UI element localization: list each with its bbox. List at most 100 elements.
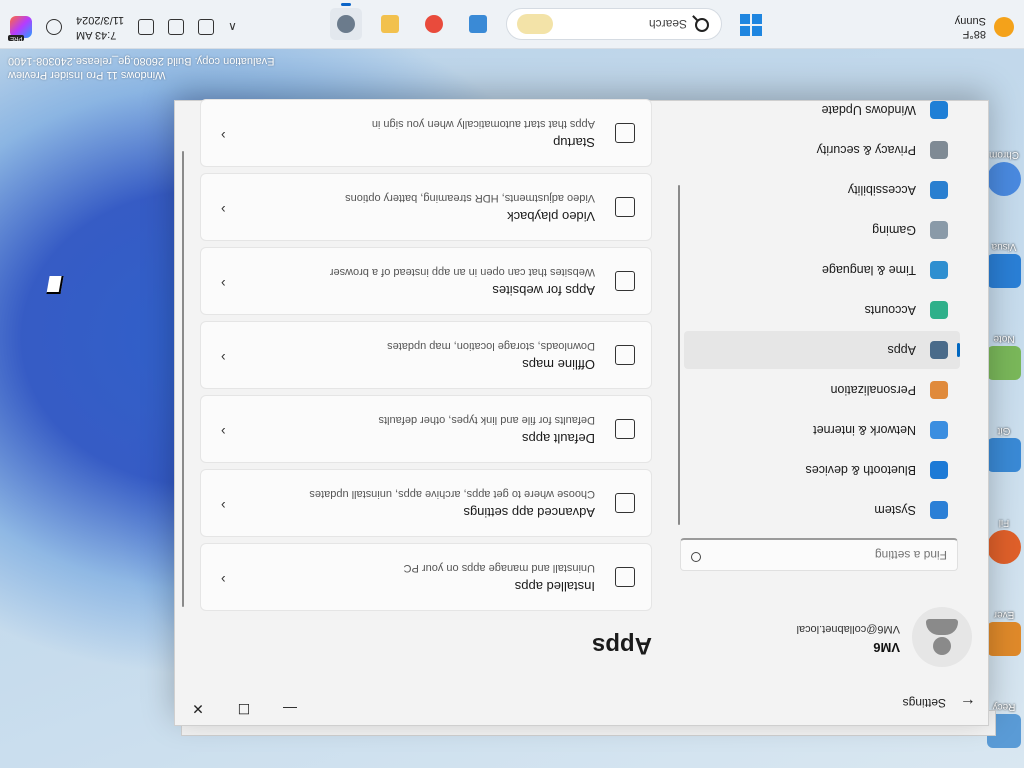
- network-icon[interactable]: [198, 19, 215, 35]
- sidebar-item-icon: [930, 421, 948, 439]
- chrome-icon: [987, 162, 1021, 196]
- sidebar-item-label: Personalization: [830, 383, 916, 397]
- card-default-apps[interactable]: Default apps Defaults for file and link t…: [200, 395, 652, 463]
- chevron-right-icon: ›: [221, 350, 226, 366]
- card-icon: [615, 345, 635, 365]
- gear-icon: [337, 15, 355, 33]
- sidebar-item-label: Network & internet: [813, 423, 916, 437]
- card-advanced-app-settings[interactable]: Advanced app settings Choose where to get…: [200, 469, 652, 537]
- sidebar-item-icon: [930, 261, 948, 279]
- start-button[interactable]: [740, 14, 762, 36]
- copilot-icon[interactable]: PRE: [8, 16, 32, 41]
- taskbar-app-gallery[interactable]: [462, 8, 494, 40]
- sidebar-item-label: Gaming: [872, 223, 916, 237]
- card-title: Offline maps: [522, 357, 595, 372]
- card-description: Choose where to get apps, archive apps, …: [309, 488, 595, 500]
- git-icon: [987, 438, 1021, 472]
- windows-logo-pane: [740, 26, 750, 36]
- sidebar-item-privacy-security[interactable]: Privacy & security: [684, 131, 960, 169]
- weather-condition: Sunny: [954, 15, 986, 27]
- card-video-playback[interactable]: Video playback Video adjustments, HDR str…: [200, 173, 652, 241]
- card-icon: [615, 123, 635, 143]
- chevron-right-icon: ›: [221, 276, 226, 292]
- sidebar-item-gaming[interactable]: Gaming: [684, 211, 960, 249]
- card-startup[interactable]: Startup Apps that start automatically whe…: [200, 99, 652, 167]
- sidebar-item-label: Accounts: [864, 303, 916, 317]
- windows-logo-pane: [752, 14, 762, 24]
- sidebar-item-time-language[interactable]: Time & language: [684, 251, 960, 289]
- sidebar-item-accessibility[interactable]: Accessibility: [684, 171, 960, 209]
- chevron-right-icon: ›: [221, 572, 226, 588]
- sidebar-item-icon: [930, 221, 948, 239]
- clock-time: 7:43 AM: [76, 29, 117, 41]
- windows-logo-pane: [740, 14, 750, 24]
- user-name: VM6: [873, 640, 900, 655]
- pre-badge: PRE: [8, 35, 25, 41]
- sidebar-item-personalization[interactable]: Personalization: [684, 371, 960, 409]
- search-icon: [695, 18, 709, 32]
- user-email: VM6@collabnet.local: [796, 623, 901, 635]
- card-description: Apps that start automatically when you s…: [371, 118, 595, 130]
- battery-icon[interactable]: [168, 19, 185, 35]
- sidebar-item-windows-update[interactable]: Windows Update: [684, 91, 960, 129]
- notification-icon[interactable]: [46, 19, 62, 35]
- taskbar-app-chrome[interactable]: [418, 8, 450, 40]
- weather-widget[interactable]: 88°F Sunny: [955, 14, 1014, 40]
- search-label: Search: [648, 17, 687, 31]
- close-button[interactable]: ✕: [175, 693, 221, 725]
- page-title: Apps: [592, 632, 652, 659]
- settings-window: ← Settings — ☐ ✕ VM6 VM6@collabnet.local…: [174, 99, 989, 726]
- settings-nav: System Bluetooth & devices Network & inter…: [684, 89, 960, 529]
- sidebar-item-icon: [930, 301, 948, 319]
- taskbar-app-file-explorer[interactable]: [374, 8, 406, 40]
- chevron-right-icon: ›: [221, 498, 226, 514]
- card-installed-apps[interactable]: Installed apps Uninstall and manage apps …: [200, 543, 652, 611]
- card-apps-for-websites[interactable]: Apps for websites Websites that can open …: [200, 247, 652, 315]
- chevron-right-icon: ›: [221, 128, 226, 144]
- chrome-icon: [425, 15, 443, 33]
- card-description: Websites that can open in an app instead…: [329, 266, 595, 278]
- clock-date: 11/3/2024: [76, 14, 125, 26]
- card-title: Apps for websites: [492, 283, 595, 298]
- active-indicator: [341, 3, 351, 6]
- find-setting-box[interactable]: [680, 538, 958, 571]
- sidebar-item-bluetooth-devices[interactable]: Bluetooth & devices: [684, 451, 960, 489]
- taskbar-app-settings[interactable]: [330, 3, 362, 40]
- evaluation-watermark: Windows 11 Pro Insider Preview Evaluatio…: [8, 54, 274, 82]
- folder-icon: [381, 15, 399, 33]
- sidebar-item-label: Time & language: [821, 263, 916, 277]
- notepad-icon: [987, 346, 1021, 380]
- watermark-line: Windows 11 Pro Insider Preview: [8, 69, 166, 81]
- sidebar-item-label: System: [874, 503, 916, 517]
- search-highlight-icon: [517, 14, 553, 34]
- firefox-icon: [987, 530, 1021, 564]
- sidebar-item-label: Bluetooth & devices: [805, 463, 917, 477]
- sidebar-item-system[interactable]: System: [684, 491, 960, 529]
- sidebar-item-apps[interactable]: Apps: [684, 331, 960, 369]
- taskbar-search[interactable]: Search: [506, 8, 722, 40]
- card-offline-maps[interactable]: Offline maps Downloads, storage location,…: [200, 321, 652, 389]
- sidebar-item-accounts[interactable]: Accounts: [684, 291, 960, 329]
- sidebar-item-icon: [930, 461, 948, 479]
- volume-icon[interactable]: [138, 19, 155, 35]
- find-setting-input[interactable]: [715, 540, 957, 570]
- sidebar-item-icon: [930, 101, 948, 119]
- sidebar-item-network-internet[interactable]: Network & internet: [684, 411, 960, 449]
- screen: Recy Ever Fil Git Note Visua Chrom Windo…: [0, 0, 1024, 768]
- card-icon: [615, 197, 635, 217]
- nav-scrollbar[interactable]: [678, 185, 680, 525]
- chevron-up-icon[interactable]: ∧: [228, 20, 237, 34]
- sidebar-item-icon: [930, 141, 948, 159]
- visual-studio-icon: [987, 254, 1021, 288]
- sidebar-item-label: Accessibility: [847, 183, 916, 197]
- main-scrollbar[interactable]: [182, 151, 184, 607]
- back-arrow-icon[interactable]: ←: [960, 694, 976, 712]
- sidebar-item-icon: [930, 501, 948, 519]
- minimize-button[interactable]: —: [267, 693, 313, 725]
- card-title: Advanced app settings: [463, 505, 595, 520]
- clock[interactable]: 7:43 AM 11/3/2024: [76, 12, 124, 42]
- title-bar: ← Settings — ☐ ✕: [175, 681, 988, 725]
- maximize-button[interactable]: ☐: [221, 693, 267, 725]
- card-description: Video adjustments, HDR streaming, batter…: [345, 192, 595, 204]
- chevron-right-icon: ›: [221, 202, 226, 218]
